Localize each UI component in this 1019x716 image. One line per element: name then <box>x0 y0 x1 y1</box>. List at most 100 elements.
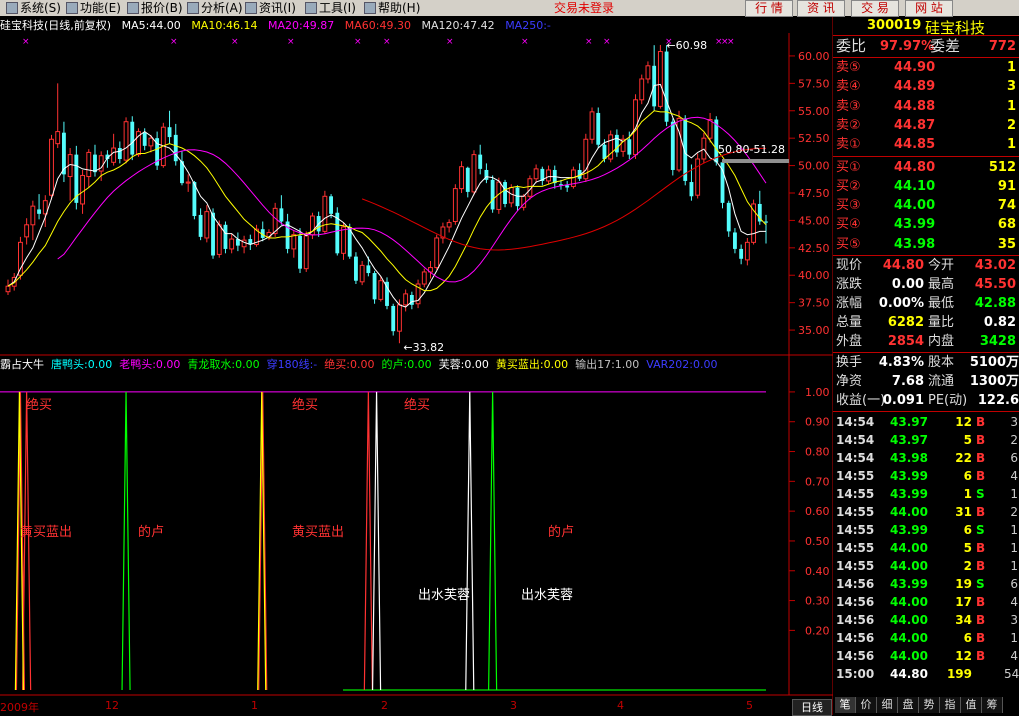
candle-body <box>18 241 23 276</box>
buy-label: 买② <box>836 178 861 194</box>
trade-row: 14:55 43.99 6 B 4 <box>836 467 1019 485</box>
quote-tab[interactable]: 势 <box>919 697 940 713</box>
indicator-tick-label: 0.70 <box>805 475 830 488</box>
ma5-label: MA5:44.00 <box>121 19 181 32</box>
trade-price: 43.97 <box>890 415 928 429</box>
sell-price: 44.85 <box>894 137 936 153</box>
trade-count: 4 <box>1010 649 1018 663</box>
candle-body <box>645 65 651 80</box>
signal-spike <box>371 391 382 691</box>
indicator-label: 绝买 <box>292 397 318 413</box>
stat-row: 总量 6282 量比 0.82 <box>836 313 1019 332</box>
indicator-item: 老鸭头:0.00 <box>119 358 181 371</box>
indicator-tick-label: 0.50 <box>805 535 830 548</box>
info-value: 7.68 <box>891 374 924 389</box>
trade-count: 1 <box>1010 523 1018 537</box>
info-value-2: 122.6 <box>977 393 1019 408</box>
buy-row[interactable]: 买③ 44.00 74 <box>836 196 1019 215</box>
signal-marker: × <box>22 37 30 47</box>
indicator-tick-label: 0.60 <box>805 505 830 518</box>
stat-value: 2854 <box>887 334 924 349</box>
website-button[interactable]: 网 站 <box>905 0 953 17</box>
ma20-label: MA20:49.87 <box>268 19 335 32</box>
quote-tab[interactable]: 指 <box>940 697 961 713</box>
candle-body <box>372 273 377 300</box>
trade-count: 1 <box>1010 631 1018 645</box>
stat-label: 现价 <box>836 258 863 273</box>
price-tick-label: 55.00 <box>798 105 830 118</box>
buy-volume: 68 <box>997 217 1016 233</box>
trade-count: 6 <box>1010 451 1018 465</box>
buy-label: 买③ <box>836 198 861 214</box>
sell-label: 卖④ <box>836 79 861 95</box>
trade-row: 14:56 43.99 19 S 6 <box>836 575 1019 593</box>
info-row: 净资 7.68 流通 1300万 <box>836 372 1019 391</box>
trade-price: 44.80 <box>890 667 928 681</box>
trade-price: 43.99 <box>890 577 928 591</box>
trade-volume: 12 <box>955 415 972 429</box>
trade-price: 44.00 <box>890 595 928 609</box>
candle-body <box>471 154 477 193</box>
indicator-item: 芙蓉:0.00 <box>438 358 489 371</box>
sell-label: 卖① <box>836 137 861 153</box>
quote-tab[interactable]: 筹 <box>982 697 1003 713</box>
quote-tab[interactable]: 细 <box>877 697 898 713</box>
trade-time: 14:55 <box>836 559 875 573</box>
quote-tab[interactable]: 笔 <box>835 697 856 713</box>
candle-body <box>403 293 409 306</box>
trade-volume: 31 <box>955 505 972 519</box>
signal-marker: × <box>446 37 454 47</box>
quote-tab[interactable]: 盘 <box>898 697 919 713</box>
sell-price: 44.89 <box>894 79 936 95</box>
trade-price: 44.00 <box>890 631 928 645</box>
trade-side: S <box>976 577 985 591</box>
candle-body <box>565 185 570 188</box>
buy-row[interactable]: 买⑤ 43.98 35 <box>836 235 1019 254</box>
indicator-item: 唐鸭头:0.00 <box>51 358 113 371</box>
trade-row: 14:56 44.00 12 B 4 <box>836 647 1019 665</box>
sell-row[interactable]: 卖④ 44.89 3 <box>836 77 1019 96</box>
ma250-label: MA250:- <box>505 19 551 32</box>
stat-row: 涨跌 0.00 最高 45.50 <box>836 275 1019 294</box>
indicator-item: VAR202:0.00 <box>646 358 718 371</box>
trade-count: 54 <box>1004 667 1019 681</box>
candle-body <box>117 148 122 160</box>
stat-value: 0.00 <box>891 277 924 292</box>
candle-body <box>142 132 147 146</box>
quote-tab[interactable]: 值 <box>961 697 982 713</box>
trade-price: 43.97 <box>890 433 928 447</box>
sell-row[interactable]: 卖② 44.87 2 <box>836 116 1019 135</box>
info-row: 换手 4.83% 股本 5100万 <box>836 353 1019 372</box>
indicator-item: 青龙取水:0.00 <box>187 358 260 371</box>
candle-body <box>30 205 36 226</box>
weibi-value: 97.97% <box>880 39 935 54</box>
sell-row[interactable]: 卖③ 44.88 1 <box>836 97 1019 116</box>
trade-row: 14:56 44.00 34 B 3 <box>836 611 1019 629</box>
candle-body <box>639 78 645 101</box>
candle-body <box>391 305 396 332</box>
trade-volume: 1 <box>963 487 972 501</box>
sell-row[interactable]: 卖① 44.85 1 <box>836 135 1019 154</box>
candle-body <box>664 51 669 122</box>
buy-row[interactable]: 买④ 43.99 68 <box>836 215 1019 234</box>
quote-tab[interactable]: 价 <box>856 697 877 713</box>
stat-value-2: 42.88 <box>974 296 1016 311</box>
trade-price: 44.00 <box>890 559 928 573</box>
buy-price: 44.80 <box>894 159 936 175</box>
candle-body <box>341 226 346 254</box>
candle-body <box>744 241 750 261</box>
range-bar <box>722 159 789 164</box>
sell-row[interactable]: 卖⑤ 44.90 1 <box>836 58 1019 77</box>
signal-marker: × <box>287 37 295 47</box>
info-value-2: 5100万 <box>969 355 1019 370</box>
period-selector[interactable]: 日线 <box>792 699 832 716</box>
trade-count: 4 <box>1010 595 1018 609</box>
candle-body <box>93 154 97 173</box>
buy-volume: 91 <box>997 178 1016 194</box>
buy-row[interactable]: 买① 44.80 512 <box>836 158 1019 177</box>
buy-row[interactable]: 买② 44.10 91 <box>836 177 1019 196</box>
trade-button[interactable]: 交 易 <box>851 0 899 17</box>
main-chart-title: 硅宝科技(日线,前复权) MA5:44.00 MA10:46.14 MA20:4… <box>0 18 558 33</box>
candle-body <box>198 214 203 237</box>
trade-price: 43.99 <box>890 469 928 483</box>
